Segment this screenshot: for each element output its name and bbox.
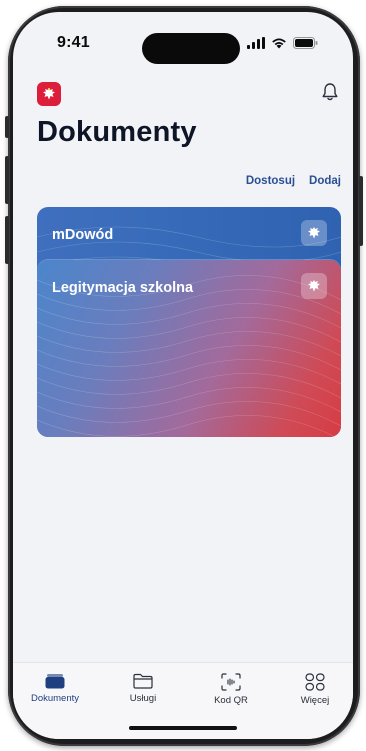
add-link[interactable]: Dodaj [309,175,341,187]
folder-icon [133,673,153,689]
wallet-icon [45,674,65,689]
app-logo [37,82,61,106]
card-title: Legitymacja szkolna [52,280,194,296]
eagle-emblem-icon [301,220,327,246]
card-title: mDowód [52,227,114,243]
screen: 9:41 Dokumenty Dostosuj Dodaj mDowód Leg… [13,12,353,739]
card-actions: Dostosuj Dodaj [246,175,341,187]
tab-label: Więcej [300,695,330,706]
home-indicator [129,726,237,730]
more-grid-icon [305,673,325,691]
power-button [359,176,363,246]
tab-uslugi[interactable]: Usługi [109,673,177,704]
silent-switch [5,116,9,138]
customize-link[interactable]: Dostosuj [246,175,295,187]
eagle-emblem-icon [43,88,55,100]
notifications-button[interactable] [321,82,339,107]
status-time: 9:41 [57,34,90,51]
tab-kod-qr[interactable]: Kod QR [197,673,265,706]
page-title: Dokumenty [37,116,197,148]
tab-label: Usługi [129,693,157,704]
volume-down-button [5,216,9,264]
card-legitymacja[interactable]: Legitymacja szkolna [37,260,341,437]
tab-label: Dokumenty [30,693,80,704]
wifi-icon [272,38,286,49]
tab-label: Kod QR [214,695,248,706]
dynamic-island [142,33,240,64]
signal-icon [247,37,265,49]
battery-icon [293,37,318,49]
tab-dokumenty[interactable]: Dokumenty [21,673,89,704]
status-icons [247,37,318,49]
tab-wiecej[interactable]: Więcej [281,673,349,706]
qr-scan-icon [221,673,241,691]
bell-icon [322,83,338,101]
volume-up-button [5,156,9,204]
eagle-emblem-icon [301,273,327,299]
tab-bar: Dokumenty Usługi Kod QR Więcej [13,662,353,739]
